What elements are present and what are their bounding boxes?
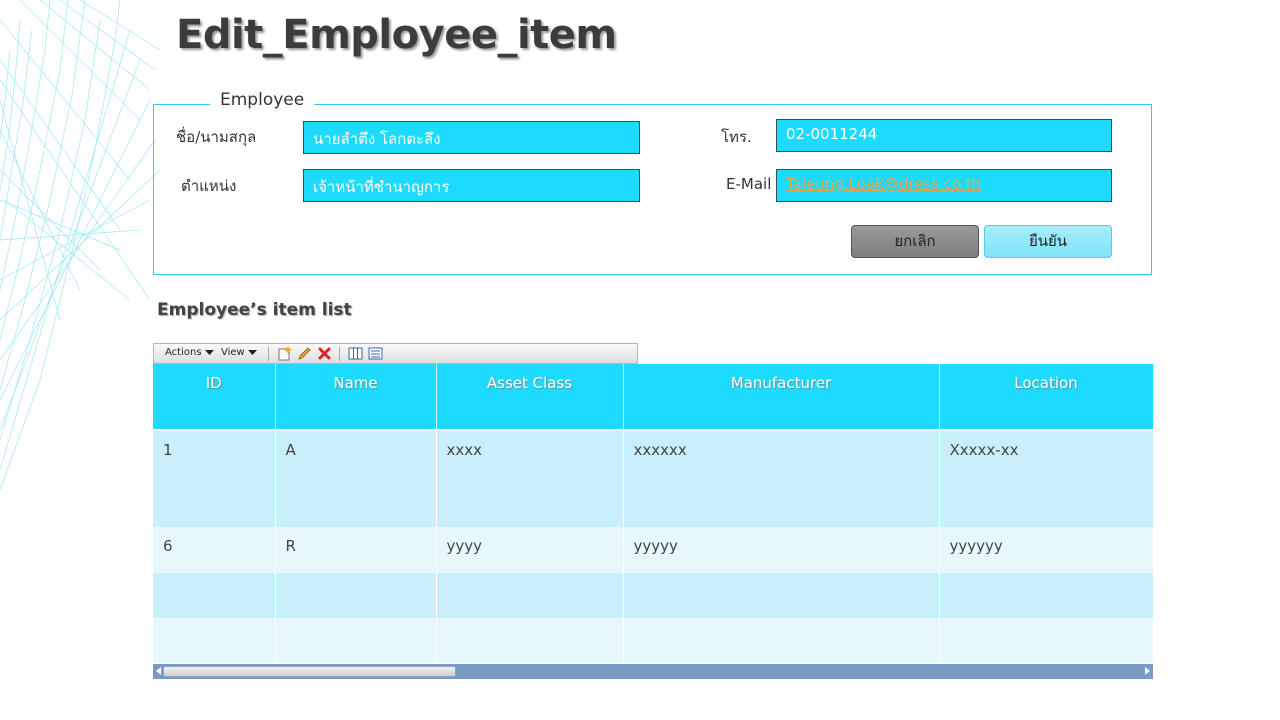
details-icon[interactable] <box>368 346 383 361</box>
horizontal-scrollbar[interactable] <box>153 664 1153 679</box>
delete-x-icon[interactable] <box>317 346 332 361</box>
table-header-row: ID Name Asset Class Manufacturer Locatio… <box>153 364 1154 430</box>
table-row[interactable] <box>153 573 1154 618</box>
items-section-title: Employee’s item list <box>157 300 352 320</box>
cell-manufacturer: xxxxxx <box>623 429 940 527</box>
cancel-button[interactable]: ยกเลิก <box>851 225 979 258</box>
items-toolbar: Actions View <box>153 343 638 364</box>
actions-menu[interactable]: Actions <box>165 347 214 358</box>
chevron-down-icon <box>247 349 257 355</box>
chevron-down-icon <box>204 349 214 355</box>
table-row[interactable] <box>153 618 1154 663</box>
position-field[interactable]: เจ้าหน้าที่ชำนาญการ <box>303 169 640 202</box>
cell-asset-class: xxxx <box>436 429 624 527</box>
name-field[interactable]: นายลำตึง โลกตะลึง <box>303 121 640 154</box>
toolbar-separator <box>339 347 340 361</box>
column-header-manufacturer[interactable]: Manufacturer <box>623 364 940 430</box>
view-menu-label: View <box>221 347 245 358</box>
toolbar-separator <box>268 347 269 361</box>
new-item-icon[interactable] <box>277 346 292 361</box>
email-label: E-Mail <box>726 175 772 193</box>
cell-name: R <box>275 527 437 573</box>
column-header-location[interactable]: Location <box>939 364 1154 430</box>
column-header-id[interactable]: ID <box>153 364 276 430</box>
cell-manufacturer <box>623 573 940 618</box>
page-title: Edit_Employee_item <box>176 12 617 58</box>
column-header-asset-class[interactable]: Asset Class <box>436 364 624 430</box>
cell-location: yyyyyy <box>939 527 1154 573</box>
cell-location: Xxxxx-xx <box>939 429 1154 527</box>
cell-manufacturer <box>623 618 940 663</box>
cell-location <box>939 618 1154 663</box>
actions-menu-label: Actions <box>165 347 202 358</box>
cell-id: 1 <box>153 429 276 527</box>
cell-name <box>275 618 437 663</box>
table-row[interactable]: 1 A xxxx xxxxxx Xxxxx-xx <box>153 429 1154 527</box>
phone-field[interactable]: 02-0011244 <box>776 119 1112 152</box>
scrollbar-thumb[interactable] <box>163 666 456 677</box>
items-table: ID Name Asset Class Manufacturer Locatio… <box>153 364 1154 663</box>
cell-asset-class <box>436 618 624 663</box>
cell-asset-class: yyyy <box>436 527 624 573</box>
cell-id <box>153 618 276 663</box>
view-menu[interactable]: View <box>221 347 257 358</box>
cell-location <box>939 573 1154 618</box>
email-field[interactable]: Taleung.Loak@dress.co.th <box>776 169 1112 202</box>
employee-legend: Employee <box>210 90 315 110</box>
cell-id: 6 <box>153 527 276 573</box>
cell-id <box>153 573 276 618</box>
phone-label: โทร. <box>721 128 752 146</box>
name-label: ชื่อ/นามสกุล <box>176 128 257 146</box>
column-header-name[interactable]: Name <box>275 364 437 430</box>
cell-manufacturer: yyyyy <box>623 527 940 573</box>
cell-asset-class <box>436 573 624 618</box>
wireframe-decoration <box>0 0 160 491</box>
cell-name <box>275 573 437 618</box>
confirm-button[interactable]: ยืนยัน <box>984 225 1112 258</box>
scroll-right-arrow-icon[interactable] <box>1145 667 1150 675</box>
table-row[interactable]: 6 R yyyy yyyyy yyyyyy <box>153 527 1154 573</box>
edit-pencil-icon[interactable] <box>297 346 312 361</box>
scroll-left-arrow-icon[interactable] <box>156 667 161 675</box>
columns-icon[interactable] <box>348 346 363 361</box>
position-label: ตำแหน่ง <box>181 177 237 195</box>
cell-name: A <box>275 429 437 527</box>
